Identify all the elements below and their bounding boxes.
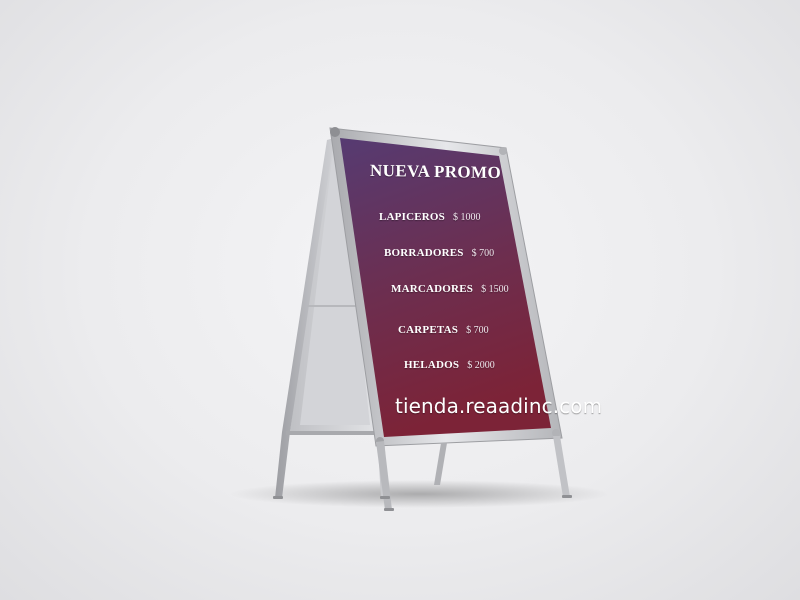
promo-item-price: $ 1000 xyxy=(452,212,481,223)
sign-title: NUEVA PROMO xyxy=(370,160,502,183)
promo-item-price: $ 1500 xyxy=(481,284,509,295)
front-leg-mid xyxy=(434,443,447,485)
promo-item-name: HELADOS xyxy=(404,359,460,371)
foot-back-right xyxy=(380,496,390,499)
promo-row: MARCADORES $ 1500 xyxy=(391,279,509,297)
promo-row: LAPICEROS $ 1000 xyxy=(379,207,480,225)
foot-back-left xyxy=(273,496,283,499)
promo-item-name: LAPICEROS xyxy=(379,211,445,223)
promo-item-price: $ 700 xyxy=(466,325,489,336)
frame-corner-tl xyxy=(330,127,340,137)
frame-corner-br xyxy=(552,429,560,437)
promo-item-price: $ 700 xyxy=(471,248,495,259)
promo-item-name: BORRADORES xyxy=(384,247,464,259)
a-frame-sign-illustration xyxy=(230,127,610,511)
sign-url: tienda.reaadinc.com xyxy=(395,394,603,418)
promo-item-price: $ 2000 xyxy=(467,360,495,371)
frame-corner-tr xyxy=(499,147,507,155)
foot-front-right xyxy=(562,495,572,498)
scene: NUEVA PROMO LAPICEROS $ 1000 BORRADORES $ … xyxy=(0,0,800,600)
promo-row: CARPETAS $ 700 xyxy=(398,320,489,338)
promo-row: BORRADORES $ 700 xyxy=(384,243,494,261)
promo-item-name: CARPETAS xyxy=(398,324,459,336)
floor-shadow xyxy=(230,480,610,508)
promo-row: HELADOS $ 2000 xyxy=(404,355,495,373)
foot-front-left xyxy=(384,508,394,511)
promo-item-name: MARCADORES xyxy=(391,283,474,295)
